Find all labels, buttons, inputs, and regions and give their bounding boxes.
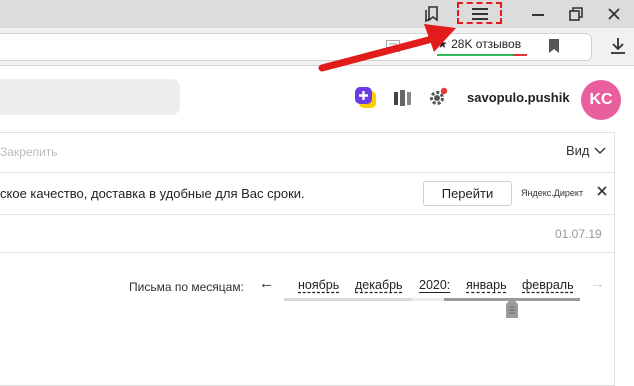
- apps-icon: [394, 90, 411, 106]
- username[interactable]: savopulo.pushik: [467, 90, 570, 105]
- chevron-down-icon: [594, 147, 606, 154]
- ad-close-button[interactable]: [594, 183, 610, 200]
- mail-search-input[interactable]: [0, 79, 180, 115]
- settings-button[interactable]: [427, 86, 449, 108]
- mail-content-panel: Закрепить Вид ское качество, доставка в …: [0, 132, 615, 386]
- red-pointer-arrow: [318, 24, 456, 72]
- apps-button[interactable]: [393, 89, 413, 107]
- pin-button[interactable]: Закрепить: [0, 145, 57, 159]
- month-link-november[interactable]: ноябрь: [298, 278, 339, 292]
- month-link-january[interactable]: январь: [466, 278, 507, 292]
- restore-icon: [569, 7, 583, 21]
- timeline-track-2019: [284, 298, 412, 301]
- months-prev-arrow[interactable]: ←: [259, 275, 274, 292]
- ad-brand-label[interactable]: Яндекс.Директ: [521, 188, 583, 198]
- bookmark-icon: [549, 39, 559, 53]
- minimize-button[interactable]: [520, 0, 556, 28]
- month-link-december[interactable]: декабрь: [355, 278, 403, 292]
- ad-text[interactable]: ское качество, доставка в удобные для Ва…: [0, 186, 305, 201]
- bookmark-page-button[interactable]: [546, 37, 562, 55]
- months-next-arrow[interactable]: →: [590, 275, 605, 292]
- plus-app-icon: [355, 87, 376, 108]
- avatar[interactable]: KC: [581, 80, 621, 120]
- view-label: Вид: [566, 143, 590, 158]
- month-link-february[interactable]: февраль: [522, 278, 574, 292]
- minimize-icon: [532, 14, 544, 16]
- gear-icon: [430, 87, 448, 105]
- close-window-button[interactable]: [596, 0, 632, 28]
- view-dropdown[interactable]: Вид: [566, 143, 606, 158]
- ad-go-button[interactable]: Перейти: [423, 181, 512, 206]
- list-item[interactable]: 01.07.19: [0, 215, 614, 253]
- downloads-button[interactable]: [610, 37, 626, 55]
- months-navigation: Письма по месяцам: ← ноябрь декабрь 2020…: [0, 253, 614, 333]
- timeline-track-gap: [412, 298, 444, 301]
- download-icon: [611, 38, 625, 54]
- mail-toolbar: Закрепить Вид: [0, 133, 614, 173]
- letter-date: 01.07.19: [555, 227, 602, 241]
- ad-banner: ское качество, доставка в удобные для Ва…: [0, 173, 614, 215]
- restore-button[interactable]: [558, 0, 594, 28]
- timeline-slider-handle[interactable]: [505, 298, 519, 318]
- months-nav-label: Письма по месяцам:: [129, 280, 244, 294]
- compose-plus-button[interactable]: [354, 86, 378, 110]
- close-icon: [597, 186, 607, 196]
- year-link-2020[interactable]: 2020:: [419, 278, 450, 292]
- close-icon: [608, 8, 620, 20]
